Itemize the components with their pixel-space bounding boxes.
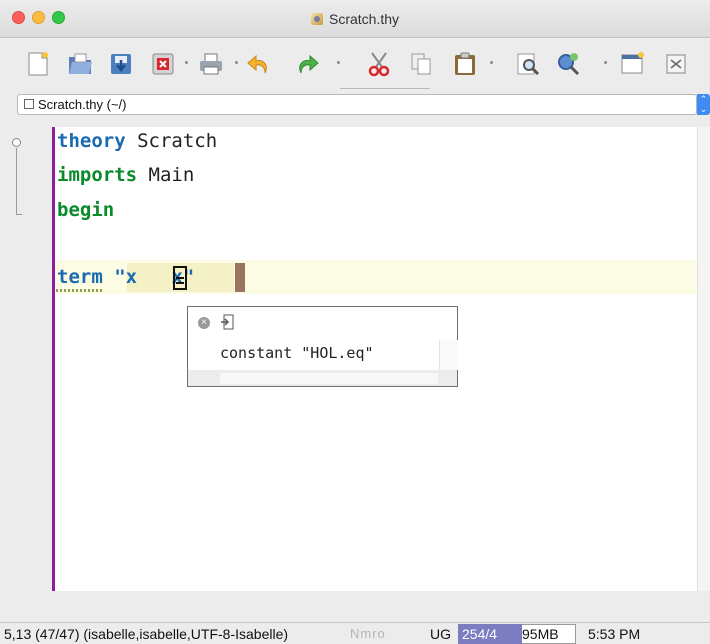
- fold-end: [16, 214, 22, 215]
- tooltip-text: constant "HOL.eq": [220, 344, 374, 362]
- toolbar-separator: [185, 61, 188, 64]
- insert-icon[interactable]: [220, 314, 234, 330]
- keyword-theory: theory: [57, 130, 126, 152]
- warning-squiggle: [56, 289, 102, 292]
- buffer-mode-flags[interactable]: Nmro: [350, 626, 386, 641]
- keyword-term: term: [57, 266, 103, 288]
- unsplit-icon[interactable]: [663, 51, 689, 77]
- buffer-switcher-bar: Scratch.thy (~/): [0, 92, 710, 122]
- redo-icon[interactable]: [295, 51, 321, 77]
- code-line-1: theory Scratch: [57, 130, 217, 152]
- save-icon[interactable]: [108, 51, 134, 77]
- find-replace-icon[interactable]: [555, 51, 581, 77]
- keyword-begin: begin: [57, 199, 115, 221]
- print-icon[interactable]: [198, 51, 224, 77]
- code-line-3: begin: [57, 199, 114, 221]
- fold-toggle[interactable]: [12, 138, 21, 147]
- window-titlebar: Scratch.thy: [0, 0, 710, 38]
- fold-line: [16, 148, 17, 214]
- toolbar-separator: [490, 61, 493, 64]
- new-view-icon[interactable]: [619, 51, 645, 77]
- new-file-icon[interactable]: [25, 51, 51, 77]
- buffer-switcher[interactable]: Scratch.thy (~/): [17, 94, 697, 115]
- buffer-label: Scratch.thy (~/): [38, 97, 127, 112]
- imported-theory: Main: [137, 164, 195, 186]
- toolbar-separator: [337, 61, 340, 64]
- keyword-imports: imports: [57, 164, 138, 186]
- document-icon: [310, 13, 323, 25]
- vertical-scrollbar[interactable]: [697, 127, 710, 591]
- memory-total: 95MB: [522, 626, 559, 642]
- text-cursor: [235, 263, 245, 292]
- toolbar-separator: [604, 61, 607, 64]
- horizontal-scrollbar[interactable]: [52, 591, 710, 611]
- cut-icon[interactable]: [366, 51, 392, 77]
- undo-icon[interactable]: [245, 51, 271, 77]
- ug-indicator[interactable]: UG: [430, 626, 451, 642]
- clock: 5:53 PM: [588, 626, 641, 642]
- close-buffer-icon[interactable]: [150, 51, 176, 77]
- open-folder-icon[interactable]: [67, 51, 93, 77]
- copy-icon[interactable]: [408, 51, 434, 77]
- tooltip-popup: × constant "HOL.eq": [187, 306, 458, 387]
- caret-position: 5,13 (47/47) (isabelle,isabelle,UTF-8-Is…: [4, 626, 289, 642]
- buffer-state-icon: [24, 99, 34, 109]
- window-title-text: Scratch.thy: [328, 11, 400, 27]
- tooltip-scroll-thumb[interactable]: [220, 373, 438, 384]
- paste-icon[interactable]: [452, 51, 478, 77]
- memory-used: 254/4: [462, 626, 498, 642]
- toolbar: [0, 38, 710, 90]
- find-icon[interactable]: [515, 51, 541, 77]
- editor-gutter: [0, 127, 52, 591]
- code-line-2: imports Main: [57, 164, 194, 186]
- equals-symbol-highlight[interactable]: [173, 266, 187, 290]
- theory-name: Scratch: [125, 130, 218, 152]
- window-title: Scratch.thy: [0, 11, 710, 27]
- buffer-dropdown-button[interactable]: ⌃ ⌄: [697, 94, 710, 115]
- term-string-open: "x: [114, 266, 149, 288]
- toolbar-separator: [235, 61, 238, 64]
- tooltip-vertical-scrollbar[interactable]: [439, 340, 458, 370]
- close-icon[interactable]: ×: [198, 317, 210, 329]
- status-bar: 5,13 (47/47) (isabelle,isabelle,UTF-8-Is…: [0, 622, 710, 644]
